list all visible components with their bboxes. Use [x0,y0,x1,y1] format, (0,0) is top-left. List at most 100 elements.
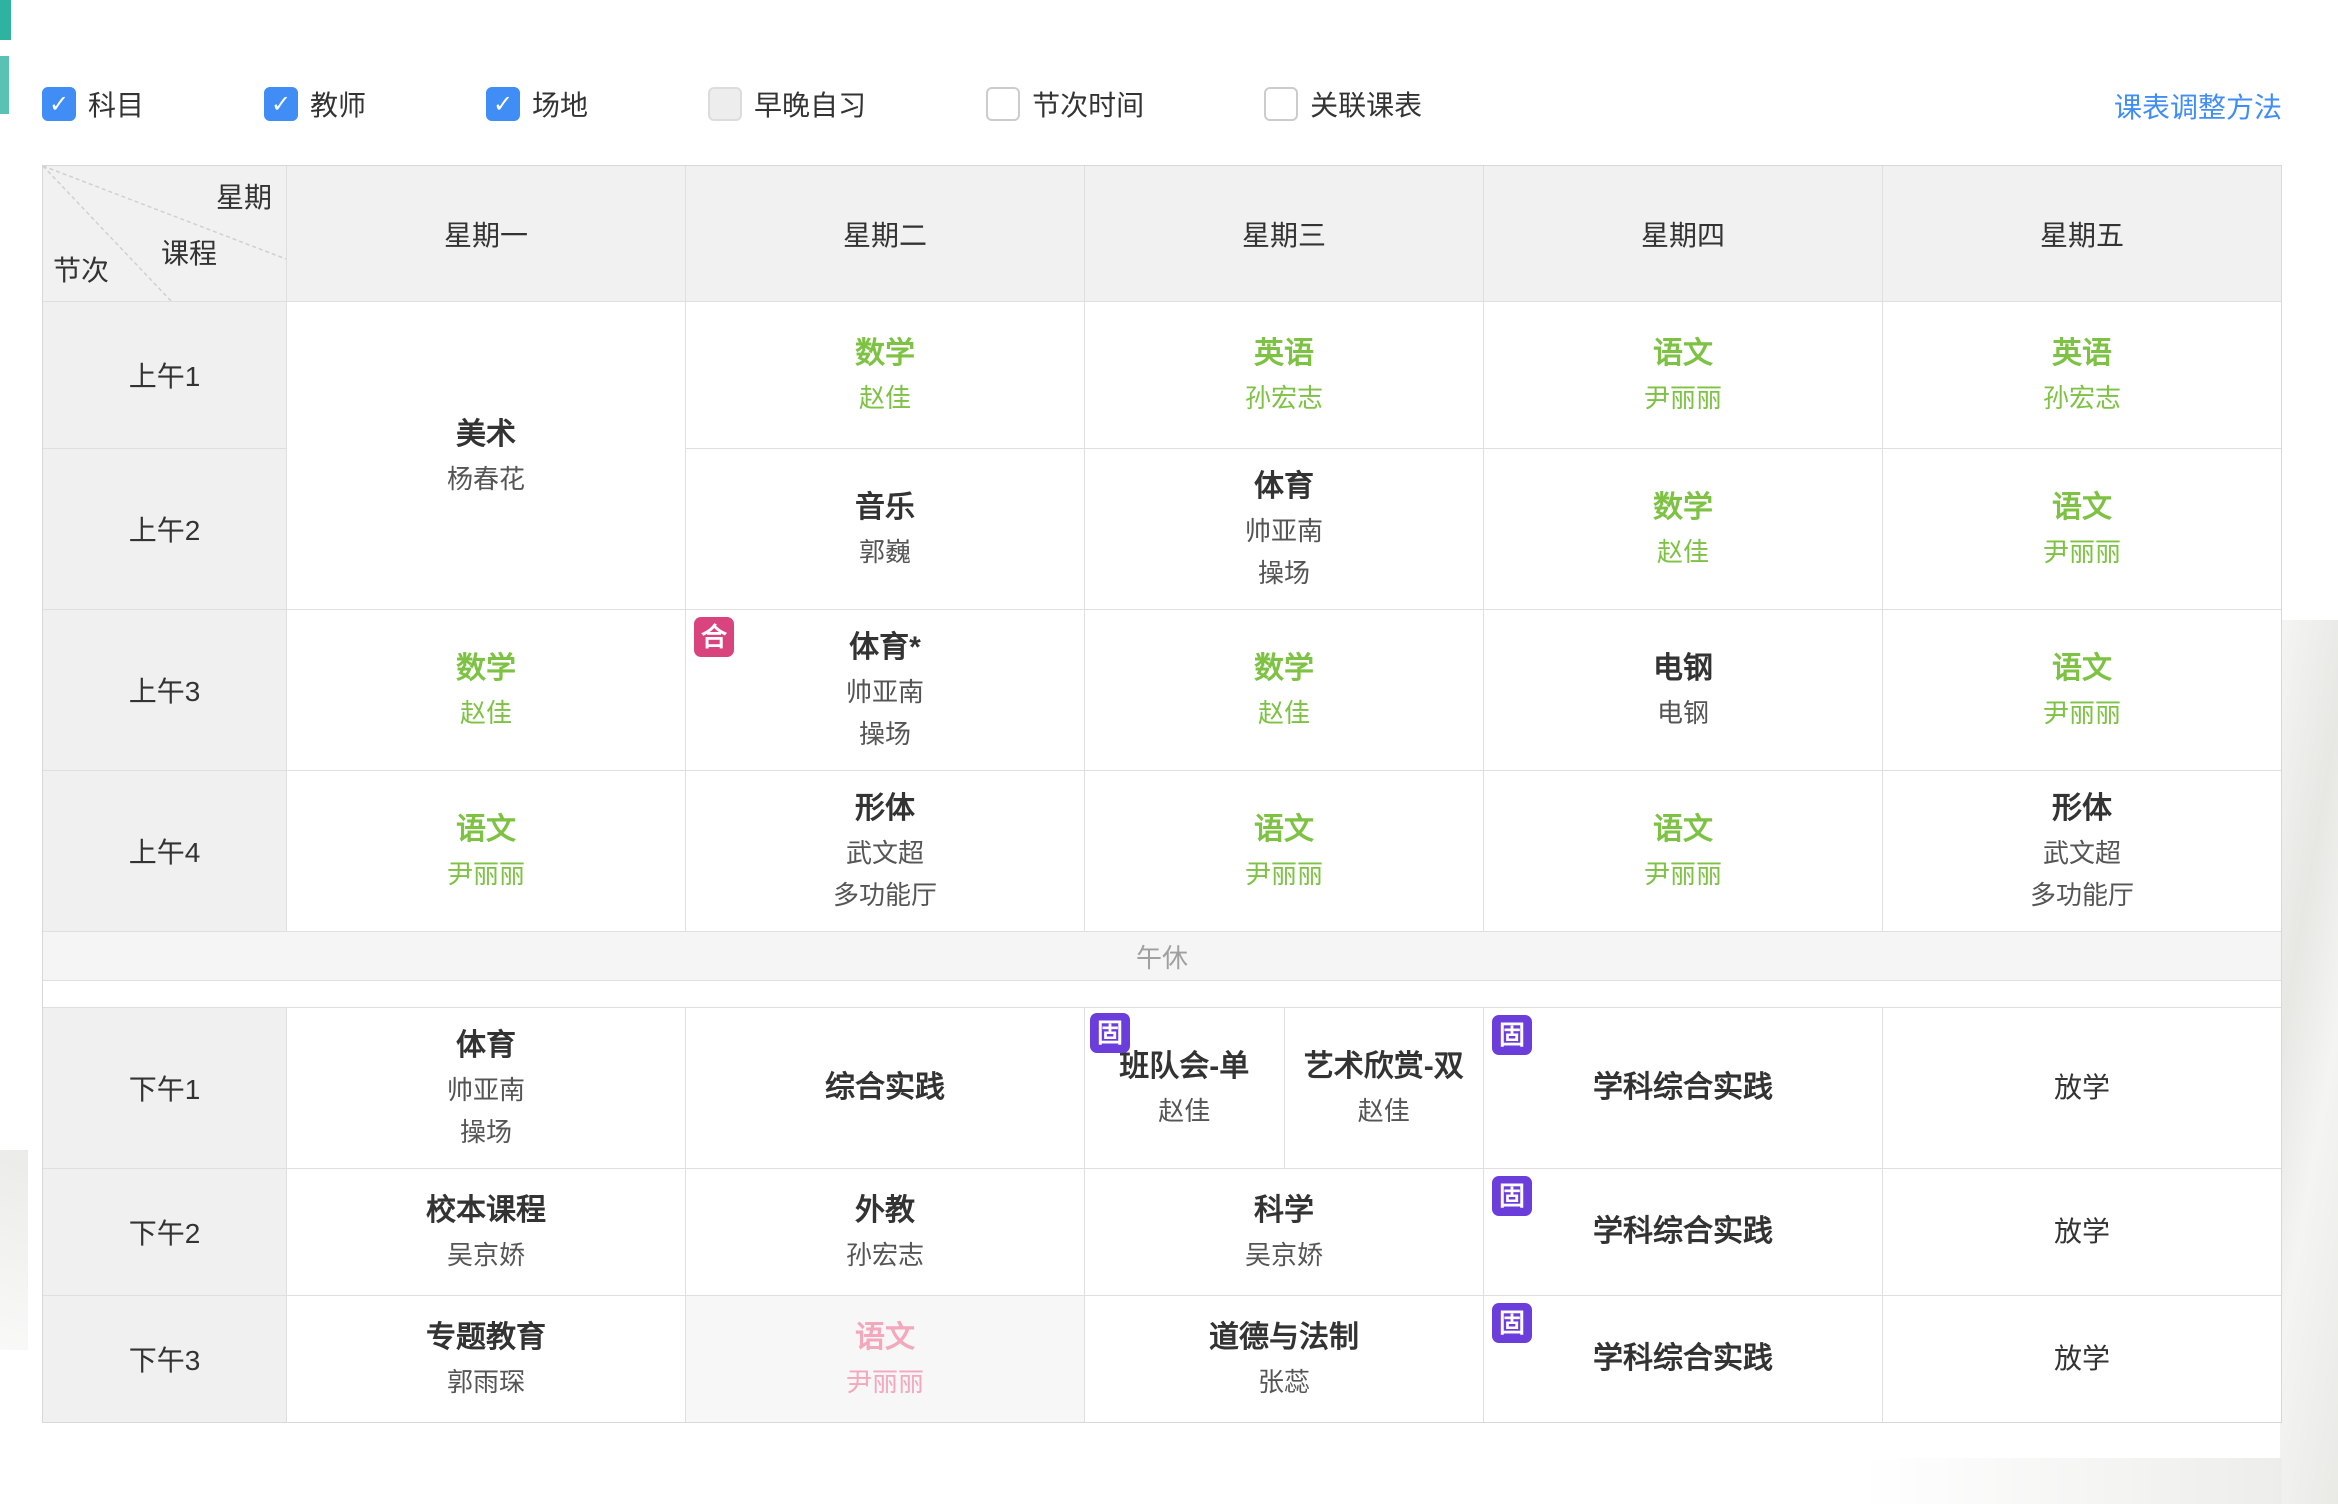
course-cell[interactable]: 音乐郭巍 [686,449,1084,609]
background-texture-left [0,1150,28,1350]
badge-fixed-icon: 固 [1492,1176,1532,1216]
filter-label: 节次时间 [1032,84,1144,124]
course-subject: 体育 [456,1023,516,1069]
course-teacher: 赵佳 [859,377,911,419]
course-teacher: 电钢 [1657,692,1709,734]
course-cell[interactable]: 语文尹丽丽 [287,771,685,931]
course-cell[interactable]: 体育帅亚南操场 [287,1008,685,1168]
course-subject: 道德与法制 [1209,1315,1359,1361]
course-cell[interactable]: 语文尹丽丽 [1883,610,2281,770]
course-cell[interactable]: 固班队会-单赵佳艺术欣赏-双赵佳 [1085,1008,1483,1168]
course-cell[interactable]: 数学赵佳 [1484,449,1882,609]
course-subject: 语文 [456,807,516,853]
course-subcell[interactable]: 艺术欣赏-双赵佳 [1284,1008,1484,1168]
course-cell[interactable]: 固学科综合实践 [1484,1008,1882,1168]
course-subject: 数学 [1653,485,1713,531]
course-cell[interactable]: 放学 [1883,1169,2281,1295]
timetable-adjust-link[interactable]: 课表调整方法 [2114,86,2282,126]
course-cell[interactable]: 体育帅亚南操场 [1085,449,1483,609]
checked-checkbox-icon[interactable]: ✓ [42,87,76,121]
filter-label: 科目 [88,84,144,124]
filter-venue[interactable]: ✓ 场地 [486,84,588,124]
course-cell[interactable]: 科学吴京娇 [1085,1169,1483,1295]
filter-subject[interactable]: ✓ 科目 [42,84,144,124]
unchecked-checkbox-icon[interactable] [986,87,1020,121]
course-venue: 多功能厅 [833,874,937,916]
course-teacher: 尹丽丽 [1644,853,1722,895]
badge-fixed-icon: 固 [1090,1013,1130,1053]
course-subject: 音乐 [855,485,915,531]
course-cell[interactable]: 综合实践 [686,1008,1084,1168]
background-sliver-top [0,0,11,40]
timetable: 星期 课程 节次 星期一星期二星期三星期四星期五上午1美术杨春花数学赵佳英语孙宏… [42,165,2282,1423]
course-subject: 形体 [855,786,915,832]
course-cell[interactable]: 语文尹丽丽 [1484,771,1882,931]
course-subject: 科学 [1254,1188,1314,1234]
checked-checkbox-icon[interactable]: ✓ [486,87,520,121]
course-cell[interactable]: 放学 [1883,1296,2281,1422]
filter-period-time[interactable]: 节次时间 [986,84,1144,124]
course-cell[interactable]: 道德与法制张蕊 [1085,1296,1483,1422]
day-header-5: 星期五 [1883,166,2281,301]
filter-self-study[interactable]: 早晚自习 [708,84,866,124]
course-cell[interactable]: 英语孙宏志 [1883,302,2281,448]
course-subject: 数学 [1254,646,1314,692]
course-teacher: 杨春花 [447,458,525,500]
course-cell[interactable]: 语文尹丽丽 [1484,302,1882,448]
course-cell[interactable]: 英语孙宏志 [1085,302,1483,448]
course-teacher: 武文超 [2043,832,2121,874]
course-cell[interactable]: 放学 [1883,1008,2281,1168]
course-subject: 艺术欣赏-双 [1304,1044,1464,1090]
period-label: 下午2 [43,1169,286,1295]
course-cell[interactable]: 语文尹丽丽 [1085,771,1483,931]
course-cell[interactable]: 数学赵佳 [287,610,685,770]
course-subject: 放学 [2054,1336,2110,1382]
course-cell[interactable]: 合体育*帅亚南操场 [686,610,1084,770]
course-cell[interactable]: 电钢电钢 [1484,610,1882,770]
course-teacher: 赵佳 [1158,1090,1210,1132]
course-cell[interactable]: 语文尹丽丽 [1883,449,2281,609]
course-cell[interactable]: 数学赵佳 [686,302,1084,448]
course-subject: 班队会-单 [1119,1044,1249,1090]
course-cell[interactable]: 美术杨春花 [287,302,685,609]
course-subject: 语文 [855,1315,915,1361]
course-cell[interactable]: 专题教育郭雨琛 [287,1296,685,1422]
course-venue: 操场 [859,713,911,755]
course-teacher: 帅亚南 [846,671,924,713]
course-subject: 体育 [1254,464,1314,510]
course-cell[interactable]: 形体武文超多功能厅 [686,771,1084,931]
course-subcell[interactable]: 固班队会-单赵佳 [1085,1008,1284,1168]
filter-linked-timetable[interactable]: 关联课表 [1264,84,1422,124]
course-subject: 语文 [1653,331,1713,377]
day-header-3: 星期三 [1085,166,1483,301]
course-cell[interactable]: 外教孙宏志 [686,1169,1084,1295]
corner-week-label: 星期 [216,176,272,216]
filter-teacher[interactable]: ✓教师 [264,84,366,124]
course-cell[interactable]: 固学科综合实践 [1484,1296,1882,1422]
course-subject: 语文 [1254,807,1314,853]
course-subject: 放学 [2054,1209,2110,1255]
course-venue: 多功能厅 [2030,874,2134,916]
day-header-1: 星期一 [287,166,685,301]
unchecked-checkbox-icon[interactable] [708,87,742,121]
course-teacher: 郭雨琛 [447,1361,525,1403]
unchecked-checkbox-icon[interactable] [1264,87,1298,121]
course-cell[interactable]: 形体武文超多功能厅 [1883,771,2281,931]
course-teacher: 尹丽丽 [2043,531,2121,573]
course-subject: 专题教育 [426,1315,546,1361]
course-cell[interactable]: 语文尹丽丽 [686,1296,1084,1422]
course-cell[interactable]: 数学赵佳 [1085,610,1483,770]
filter-label: 场地 [532,84,588,124]
period-label: 下午3 [43,1296,286,1422]
day-header-2: 星期二 [686,166,1084,301]
course-subject: 电钢 [1653,646,1713,692]
course-cell[interactable]: 固学科综合实践 [1484,1169,1882,1295]
badge-combined-icon: 合 [694,617,734,657]
period-label: 下午1 [43,1008,286,1168]
course-cell[interactable]: 校本课程吴京娇 [287,1169,685,1295]
course-venue: 操场 [1258,552,1310,594]
course-teacher: 赵佳 [1258,692,1310,734]
background-texture-bottom [1862,1458,2282,1504]
period-label: 上午3 [43,610,286,770]
checked-checkbox-icon[interactable]: ✓ [264,87,298,121]
